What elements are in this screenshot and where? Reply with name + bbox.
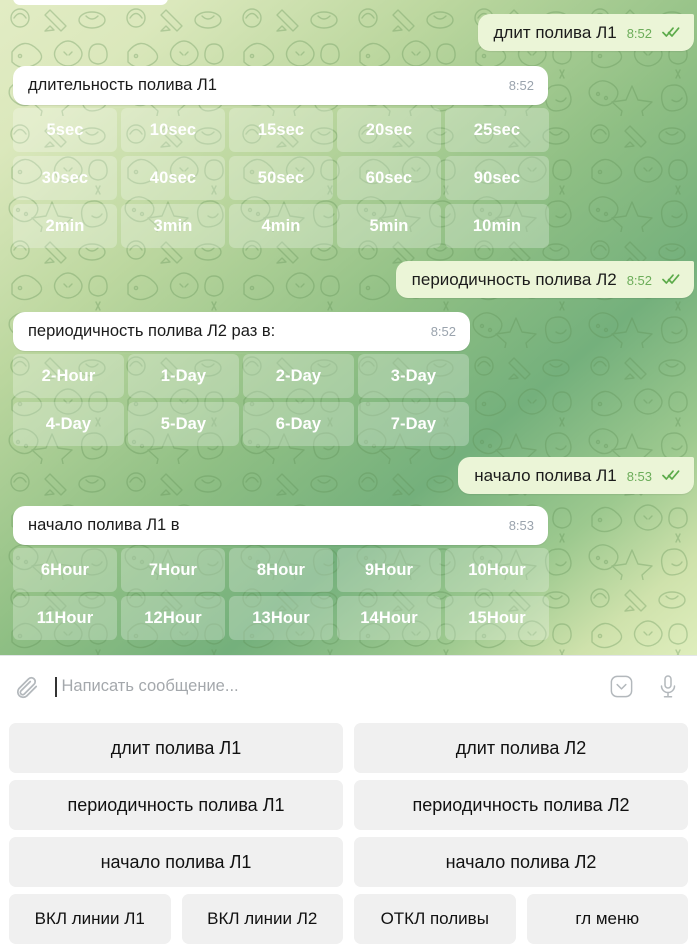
reply-button-vkl-l1[interactable]: ВКЛ линии Л1 bbox=[9, 894, 171, 944]
inline-keyboard-row: 4-Day 5-Day 6-Day 7-Day bbox=[13, 402, 469, 446]
message-text: периодичность полива Л2 раз в: bbox=[28, 322, 276, 340]
inline-button[interactable]: 13Hour bbox=[229, 596, 333, 640]
message-bubble[interactable]: периодичность полива Л2 раз в: 8:52 bbox=[13, 312, 470, 351]
message-bubble[interactable]: длит полива Л1 8:52 bbox=[477, 14, 694, 51]
message-input-bar: Написать сообщение... bbox=[0, 655, 697, 717]
message-text: длительность полива Л1 bbox=[28, 76, 217, 94]
inline-button[interactable]: 5-Day bbox=[128, 402, 239, 446]
inline-keyboard[interactable]: 6Hour 7Hour 8Hour 9Hour 10Hour 11Hour 12… bbox=[13, 548, 549, 640]
reply-button-period-l1[interactable]: периодичность полива Л1 bbox=[9, 780, 343, 830]
reply-button-period-l2[interactable]: периодичность полива Л2 bbox=[354, 780, 688, 830]
message-incoming[interactable]: периодичность полива Л2 раз в: 8:52 bbox=[13, 312, 470, 351]
message-time: 8:53 bbox=[508, 518, 534, 533]
message-text: периодичность полива Л2 bbox=[411, 270, 617, 289]
message-input-field[interactable]: Написать сообщение... bbox=[44, 676, 606, 697]
read-ticks-icon bbox=[662, 469, 680, 481]
inline-button[interactable]: 2min bbox=[13, 204, 117, 248]
inline-button[interactable]: 10min bbox=[445, 204, 549, 248]
inline-keyboard-row: 2min 3min 4min 5min 10min bbox=[13, 204, 549, 248]
inline-button[interactable]: 15Hour bbox=[445, 596, 549, 640]
message-time: 8:52 bbox=[508, 78, 534, 93]
reply-button-main-menu[interactable]: гл меню bbox=[526, 894, 688, 944]
inline-button[interactable]: 3min bbox=[121, 204, 225, 248]
inline-button[interactable]: 30sec bbox=[13, 156, 117, 200]
inline-button[interactable]: 9Hour bbox=[337, 548, 441, 592]
inline-button[interactable]: 7-Day bbox=[358, 402, 469, 446]
inline-keyboard-row: 6Hour 7Hour 8Hour 9Hour 10Hour bbox=[13, 548, 549, 592]
reply-keyboard-row: начало полива Л1 начало полива Л2 bbox=[9, 837, 688, 887]
telegram-chat-screen: длит полива Л1 8:52 длительность полива … bbox=[0, 0, 697, 947]
inline-button[interactable]: 15sec bbox=[229, 108, 333, 152]
chevron-down-icon[interactable] bbox=[606, 672, 636, 702]
inline-button[interactable]: 6Hour bbox=[13, 548, 117, 592]
read-ticks-icon bbox=[662, 273, 680, 285]
inline-button[interactable]: 4-Day bbox=[13, 402, 124, 446]
reply-button-vkl-l2[interactable]: ВКЛ линии Л2 bbox=[181, 894, 343, 944]
messages-container: длит полива Л1 8:52 длительность полива … bbox=[0, 0, 697, 655]
message-outgoing[interactable]: начало полива Л1 8:53 bbox=[458, 457, 694, 494]
inline-button[interactable]: 5min bbox=[337, 204, 441, 248]
message-bubble[interactable]: периодичность полива Л2 8:52 bbox=[395, 261, 694, 298]
inline-button[interactable]: 5sec bbox=[13, 108, 117, 152]
inline-button[interactable]: 2-Hour bbox=[13, 354, 124, 398]
message-text: длит полива Л1 bbox=[493, 23, 617, 42]
inline-button[interactable]: 90sec bbox=[445, 156, 549, 200]
inline-button[interactable]: 10Hour bbox=[445, 548, 549, 592]
inline-button[interactable]: 4min bbox=[229, 204, 333, 248]
inline-button[interactable]: 2-Day bbox=[243, 354, 354, 398]
inline-keyboard[interactable]: 5sec 10sec 15sec 20sec 25sec 30sec 40sec… bbox=[13, 108, 549, 248]
message-time: 8:52 bbox=[626, 26, 652, 41]
inline-button[interactable]: 12Hour bbox=[121, 596, 225, 640]
reply-keyboard-row: ВКЛ линии Л1 ВКЛ линии Л2 ОТКЛ поливы гл… bbox=[9, 894, 688, 944]
message-incoming[interactable]: начало полива Л1 в 8:53 bbox=[13, 506, 548, 545]
inline-button[interactable]: 1-Day bbox=[128, 354, 239, 398]
previous-message-stub bbox=[13, 0, 168, 5]
inline-button[interactable]: 40sec bbox=[121, 156, 225, 200]
message-bubble[interactable]: длительность полива Л1 8:52 bbox=[13, 66, 548, 105]
inline-button[interactable]: 10sec bbox=[121, 108, 225, 152]
reply-keyboard-row: длит полива Л1 длит полива Л2 bbox=[9, 723, 688, 773]
message-outgoing[interactable]: периодичность полива Л2 8:52 bbox=[395, 261, 694, 298]
inline-button[interactable]: 7Hour bbox=[121, 548, 225, 592]
read-ticks-icon bbox=[662, 26, 680, 38]
inline-keyboard-row: 30sec 40sec 50sec 60sec 90sec bbox=[13, 156, 549, 200]
paperclip-icon[interactable] bbox=[10, 670, 44, 704]
text-caret bbox=[55, 676, 57, 697]
reply-button-start-l2[interactable]: начало полива Л2 bbox=[354, 837, 688, 887]
inline-button[interactable]: 25sec bbox=[445, 108, 549, 152]
reply-button-start-l1[interactable]: начало полива Л1 bbox=[9, 837, 343, 887]
inline-keyboard-row: 11Hour 12Hour 13Hour 14Hour 15Hour bbox=[13, 596, 549, 640]
message-text: начало полива Л1 bbox=[474, 466, 617, 485]
reply-button-otkl[interactable]: ОТКЛ поливы bbox=[354, 894, 516, 944]
inline-button[interactable]: 60sec bbox=[337, 156, 441, 200]
reply-keyboard-row: периодичность полива Л1 периодичность по… bbox=[9, 780, 688, 830]
inline-button[interactable]: 14Hour bbox=[337, 596, 441, 640]
inline-keyboard-row: 2-Hour 1-Day 2-Day 3-Day bbox=[13, 354, 469, 398]
microphone-icon[interactable] bbox=[653, 672, 683, 702]
message-bubble[interactable]: начало полива Л1 в 8:53 bbox=[13, 506, 548, 545]
reply-keyboard[interactable]: длит полива Л1 длит полива Л2 периодично… bbox=[0, 717, 697, 947]
message-bubble[interactable]: начало полива Л1 8:53 bbox=[458, 457, 694, 494]
message-time: 8:53 bbox=[626, 469, 652, 484]
message-outgoing[interactable]: длит полива Л1 8:52 bbox=[477, 14, 694, 51]
inline-button[interactable]: 3-Day bbox=[358, 354, 469, 398]
inline-button[interactable]: 6-Day bbox=[243, 402, 354, 446]
reply-button-dlit-l2[interactable]: длит полива Л2 bbox=[354, 723, 688, 773]
inline-button[interactable]: 8Hour bbox=[229, 548, 333, 592]
message-incoming[interactable]: длительность полива Л1 8:52 bbox=[13, 66, 548, 105]
inline-button[interactable]: 50sec bbox=[229, 156, 333, 200]
inline-keyboard[interactable]: 2-Hour 1-Day 2-Day 3-Day 4-Day 5-Day 6-D… bbox=[13, 354, 469, 446]
message-time: 8:52 bbox=[430, 324, 456, 339]
inline-button[interactable]: 11Hour bbox=[13, 596, 117, 640]
reply-button-dlit-l1[interactable]: длит полива Л1 bbox=[9, 723, 343, 773]
message-text: начало полива Л1 в bbox=[28, 516, 180, 534]
message-time: 8:52 bbox=[626, 273, 652, 288]
inline-button[interactable]: 20sec bbox=[337, 108, 441, 152]
chat-scroll-area[interactable]: длит полива Л1 8:52 длительность полива … bbox=[0, 0, 697, 655]
input-bar-actions bbox=[606, 672, 683, 702]
message-input-placeholder: Написать сообщение... bbox=[61, 677, 239, 695]
inline-keyboard-row: 5sec 10sec 15sec 20sec 25sec bbox=[13, 108, 549, 152]
